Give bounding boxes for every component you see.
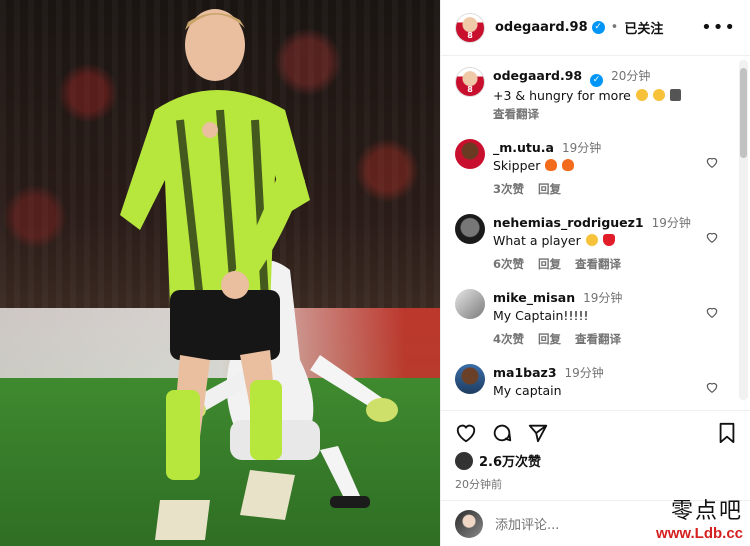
- author-avatar[interactable]: 8: [455, 12, 485, 43]
- comment-text: My Captain!!!!!: [493, 308, 589, 323]
- like-comment-heart-icon[interactable]: [705, 305, 719, 319]
- comments-list[interactable]: 8 odegaard.98 ✓ 20分钟 +3 & hungry for mor…: [441, 57, 737, 403]
- comment-time[interactable]: 19分钟: [652, 216, 691, 230]
- action-icons-row: [455, 415, 737, 451]
- magnifier-emoji-icon: [669, 89, 681, 101]
- caption-text: +3 & hungry for more: [493, 88, 631, 103]
- like-comment-heart-icon[interactable]: [705, 155, 719, 169]
- like-comment-heart-icon[interactable]: [705, 380, 719, 394]
- like-comment-heart-icon[interactable]: [705, 230, 719, 244]
- comment-item: nehemias_rodriguez1 19分钟 What a player 6…: [455, 214, 723, 273]
- post-side-panel: 8 odegaard.98 ✓ • 已关注 ••• 8 odegaard.98 …: [440, 0, 750, 546]
- comment-username[interactable]: nehemias_rodriguez1: [493, 215, 644, 230]
- reply-button[interactable]: 回复: [538, 257, 561, 271]
- post-actions: 2.6万次赞 20分钟前: [441, 410, 750, 492]
- post-header: 8 odegaard.98 ✓ • 已关注 •••: [441, 0, 750, 56]
- comment-text: What a player: [493, 233, 581, 248]
- see-translation-link[interactable]: 查看翻译: [493, 107, 539, 121]
- author-username[interactable]: odegaard.98: [495, 20, 588, 35]
- comment-bubble-icon[interactable]: [491, 422, 513, 444]
- red-heart-emoji-icon: [602, 234, 615, 246]
- caption-time[interactable]: 20分钟: [611, 69, 650, 83]
- like-heart-icon[interactable]: [455, 422, 477, 444]
- likes-summary[interactable]: 2.6万次赞: [455, 451, 737, 470]
- see-translation-link[interactable]: 查看翻译: [575, 257, 621, 271]
- caption-username[interactable]: odegaard.98: [493, 68, 582, 83]
- posted-time[interactable]: 20分钟前: [455, 476, 737, 492]
- see-translation-link[interactable]: 查看翻译: [575, 332, 621, 346]
- comment-username[interactable]: _m.utu.a: [493, 140, 554, 155]
- comment-username[interactable]: ma1baz3: [493, 365, 557, 380]
- commenter-avatar[interactable]: [455, 139, 485, 169]
- comment-text: My captain: [493, 383, 562, 398]
- grinning-emoji-icon: [635, 89, 648, 101]
- comment-time[interactable]: 19分钟: [583, 291, 622, 305]
- watermark-url: www.Ldb.cc: [656, 525, 743, 542]
- comments-scrollbar[interactable]: [739, 60, 748, 400]
- comment-text: Skipper: [493, 158, 541, 173]
- comment-item: mike_misan 19分钟 My Captain!!!!! 4次赞 回复 查看翻…: [455, 289, 723, 348]
- commenter-avatar[interactable]: [455, 214, 485, 244]
- player-figure: [120, 9, 310, 540]
- caption-item: 8 odegaard.98 ✓ 20分钟 +3 & hungry for mor…: [455, 67, 723, 123]
- grimace-emoji-icon: [652, 89, 665, 101]
- fire-emoji-icon: [562, 159, 575, 171]
- comment-item: ma1baz3 19分钟 My captain: [455, 364, 723, 400]
- current-user-avatar: [455, 509, 483, 538]
- comment-likes[interactable]: 6次赞: [493, 257, 524, 271]
- watermark-cn: 零点吧: [670, 499, 743, 524]
- separator-dot: •: [610, 20, 619, 35]
- save-bookmark-icon[interactable]: [717, 422, 737, 444]
- comment-time[interactable]: 19分钟: [565, 366, 604, 380]
- post-photo: [0, 0, 440, 546]
- comment-time[interactable]: 19分钟: [562, 141, 601, 155]
- add-comment-input[interactable]: 添加评论...: [495, 514, 559, 533]
- fire-emoji-icon: [545, 159, 558, 171]
- share-send-icon[interactable]: [527, 422, 549, 444]
- commenter-avatar[interactable]: [455, 289, 485, 319]
- verified-badge-icon: ✓: [591, 21, 605, 34]
- site-watermark: 零点吧 www.Ldb.cc: [656, 493, 743, 542]
- astonished-emoji-icon: [585, 234, 598, 246]
- scrollbar-thumb[interactable]: [740, 68, 747, 158]
- reply-button[interactable]: 回复: [538, 182, 561, 196]
- comment-username[interactable]: mike_misan: [493, 290, 575, 305]
- commenter-avatar[interactable]: [455, 364, 485, 394]
- caption-author-avatar[interactable]: 8: [455, 67, 485, 97]
- add-comment-bar: 添加评论... 零点吧 www.Ldb.cc: [441, 499, 750, 546]
- reply-button[interactable]: 回复: [538, 332, 561, 346]
- comment-likes[interactable]: 4次赞: [493, 332, 524, 346]
- verified-badge-icon: ✓: [590, 74, 604, 87]
- liker-avatar: [455, 451, 473, 470]
- comment-likes[interactable]: 3次赞: [493, 182, 524, 196]
- instagram-post-modal: 8 odegaard.98 ✓ • 已关注 ••• 8 odegaard.98 …: [0, 0, 750, 546]
- likes-count[interactable]: 2.6万次赞: [479, 451, 541, 470]
- comment-item: _m.utu.a 19分钟 Skipper 3次赞 回复: [455, 139, 723, 198]
- more-options-icon[interactable]: •••: [701, 17, 736, 38]
- follow-status-button[interactable]: 已关注: [624, 18, 663, 37]
